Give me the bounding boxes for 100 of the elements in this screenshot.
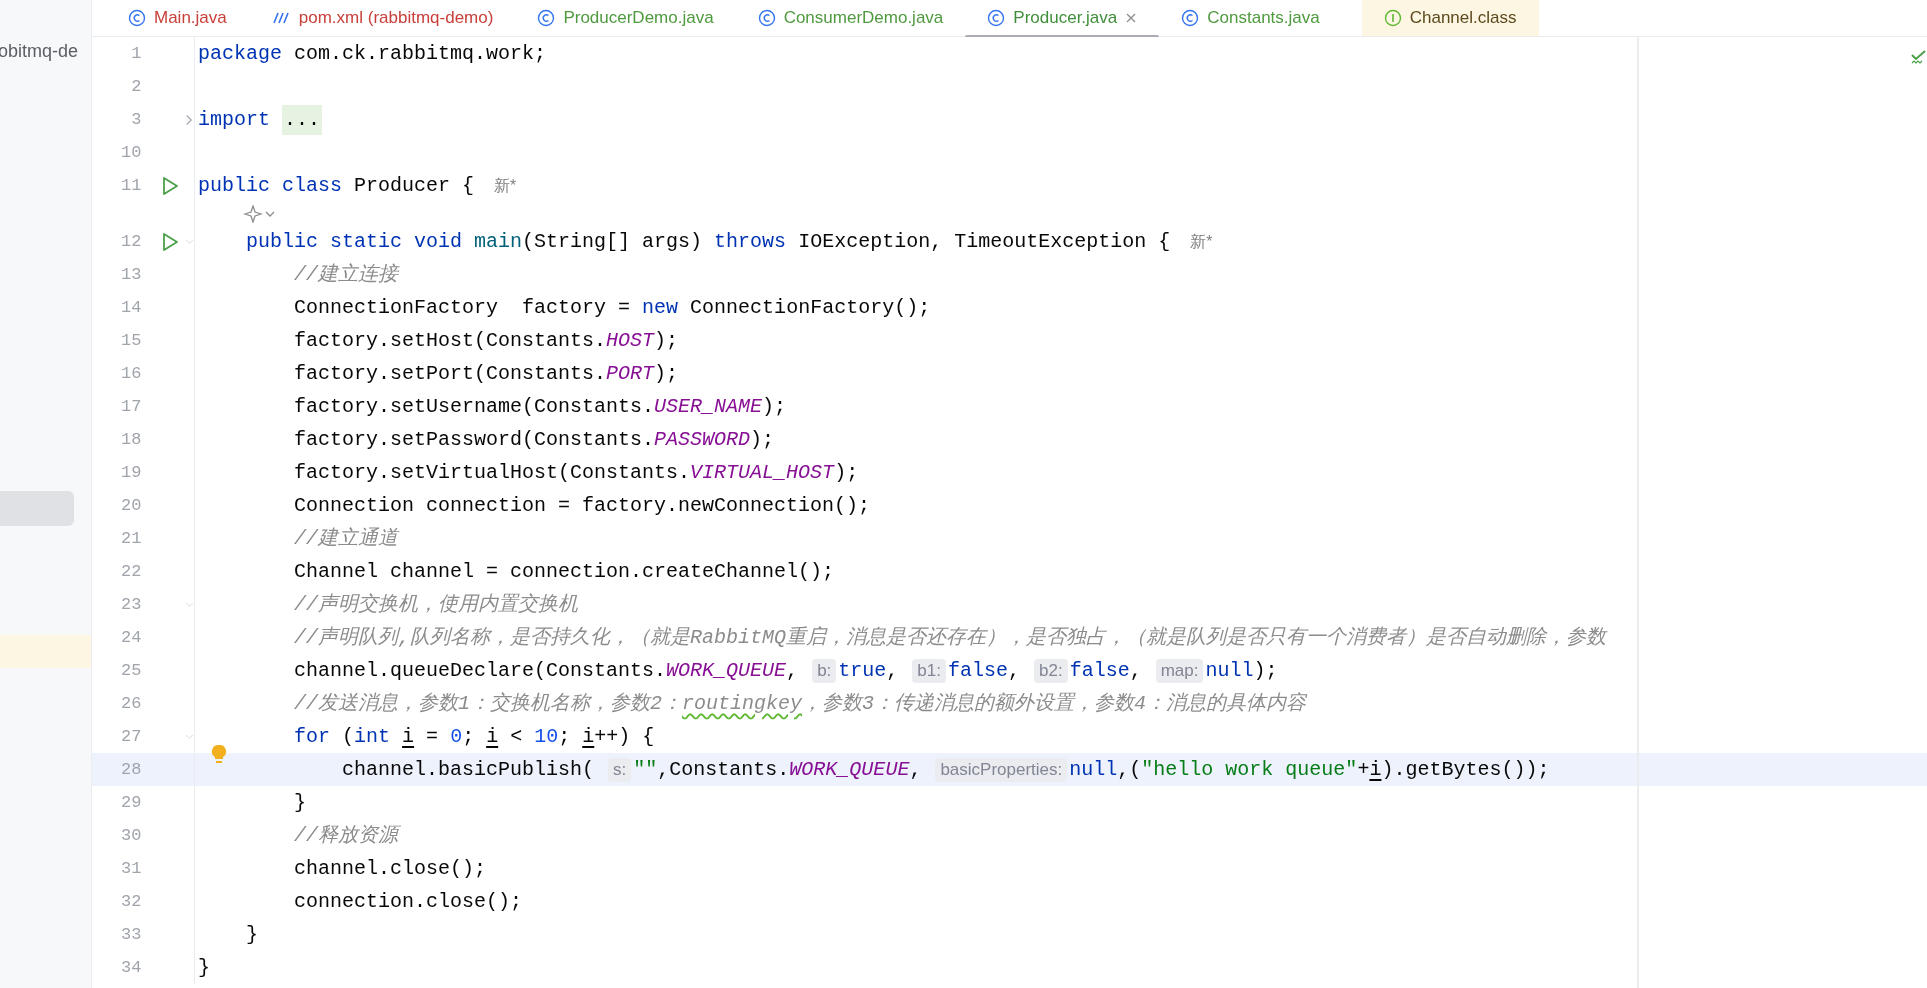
code-keyword: null: [1205, 657, 1254, 684]
code-text: );: [1253, 657, 1278, 684]
code-text: ,: [886, 657, 900, 684]
line-number: 15: [120, 329, 142, 352]
line-number: 16: [120, 362, 142, 385]
line-number: 3: [130, 108, 142, 131]
class-icon: [537, 9, 556, 27]
code-text: );: [654, 327, 679, 354]
run-icon[interactable]: [161, 175, 180, 196]
line-number: 28: [120, 758, 142, 781]
code-text: (String[] args): [522, 228, 704, 255]
line-number: 11: [120, 174, 142, 197]
code-text: Channel channel = connection.createChannel();: [294, 558, 835, 585]
constant-name: PORT: [606, 360, 655, 387]
line-number: 10: [120, 141, 142, 164]
code-keyword: false: [1069, 657, 1130, 684]
code-keyword: public static void: [246, 228, 464, 255]
class-icon: [1181, 9, 1200, 27]
code-text: );: [654, 360, 679, 387]
code-text: com.ck.rabbitmq.work;: [294, 40, 547, 67]
class-icon: [987, 9, 1006, 27]
line-number: 33: [120, 923, 142, 946]
code-comment: //建立连接: [294, 261, 399, 288]
line-number: 25: [120, 659, 142, 682]
code-keyword: package: [198, 40, 282, 67]
code-text: ,Constants.: [657, 756, 790, 783]
code-text: }: [198, 954, 210, 981]
code-text: IOException, TimeoutException {: [798, 228, 1172, 255]
method-name: main: [474, 228, 523, 255]
code-text: (: [342, 723, 355, 750]
line-number: 29: [120, 791, 142, 814]
code-text: channel.basicPublish(: [342, 756, 596, 783]
code-text: ConnectionFactory();: [690, 294, 931, 321]
line-number: 31: [120, 857, 142, 880]
close-icon[interactable]: [1125, 12, 1138, 24]
code-text: ++) {: [594, 723, 655, 750]
number-literal: 10: [534, 723, 559, 750]
code-text: +: [1357, 756, 1370, 783]
parameter-hint: map:: [1155, 658, 1204, 683]
line-number: 21: [120, 527, 142, 550]
code-text: );: [750, 426, 775, 453]
code-text: ;: [462, 723, 476, 750]
misspelled-word: routingkey: [682, 690, 803, 717]
editor-tab[interactable]: ProducerDemo.java: [515, 0, 736, 36]
code-comment: //释放资源: [294, 822, 399, 849]
code-text: factory.setHost(Constants.: [294, 327, 607, 354]
line-number: 30: [120, 824, 142, 847]
code-text: <: [510, 723, 524, 750]
string-literal: "": [633, 756, 658, 783]
code-keyword: for: [294, 723, 331, 750]
variable-name: i: [582, 723, 595, 750]
line-number: 1: [130, 42, 142, 65]
line-number: 26: [120, 692, 142, 715]
constant-name: HOST: [606, 327, 655, 354]
chevron-down-icon[interactable]: [265, 209, 275, 218]
code-text: ,: [1008, 657, 1021, 684]
check-icon: [1911, 49, 1927, 65]
sparkle-icon[interactable]: [243, 204, 263, 223]
code-keyword: new: [642, 294, 679, 321]
number-literal: 0: [450, 723, 463, 750]
folded-code[interactable]: ...: [282, 104, 323, 135]
lightbulb-icon[interactable]: [211, 743, 227, 766]
code-text: factory.setVirtualHost(Constants.: [294, 459, 691, 486]
code-text: ,: [1129, 657, 1143, 684]
code-text: }: [294, 789, 307, 816]
interface-icon: [1383, 9, 1402, 27]
code-keyword: false: [948, 657, 1008, 684]
code-text: factory.setPassword(Constants.: [294, 426, 655, 453]
line-number: 22: [120, 560, 142, 583]
string-literal: "hello work queue": [1141, 756, 1358, 783]
code-keyword: int: [354, 723, 392, 750]
editor-tab[interactable]: ConsumerDemo.java: [735, 0, 966, 36]
line-number: 17: [120, 395, 142, 418]
code-keyword: null: [1069, 756, 1118, 783]
code-text: }: [246, 921, 259, 948]
code-text: ,: [909, 756, 923, 783]
constant-name: VIRTUAL_HOST: [690, 459, 835, 486]
code-text: channel.queueDeclare(Constants.: [294, 657, 667, 684]
parameter-hint: basicProperties:: [935, 757, 1068, 782]
parameter-hint: b:: [812, 658, 837, 683]
run-icon[interactable]: [161, 231, 180, 252]
editor-tab[interactable]: Constants.java: [1159, 0, 1342, 36]
code-comment: //声明交换机，使用内置交换机: [294, 591, 579, 618]
code-text: Producer {: [354, 172, 476, 199]
parameter-hint: s:: [608, 757, 632, 782]
editor-tab[interactable]: Channel.class: [1361, 0, 1539, 36]
code-text: ConnectionFactory factory =: [294, 294, 632, 321]
code-text: );: [834, 459, 859, 486]
parameter-hint: b2:: [1034, 658, 1068, 683]
code-text: ).getBytes());: [1381, 756, 1550, 783]
editor-tab[interactable]: pom.xml (rabbitmq-demo): [248, 0, 516, 36]
line-number: 27: [119, 725, 142, 748]
line-number: 20: [120, 494, 142, 517]
code-comment: //建立通道: [294, 525, 399, 552]
code-text: factory.setPort(Constants.: [294, 360, 607, 387]
variable-name: i: [486, 723, 499, 750]
variable-name: i: [1369, 756, 1382, 783]
line-number: 23: [119, 593, 142, 616]
line-number: 32: [120, 890, 142, 913]
editor-tab[interactable]: Main.java: [106, 0, 249, 36]
